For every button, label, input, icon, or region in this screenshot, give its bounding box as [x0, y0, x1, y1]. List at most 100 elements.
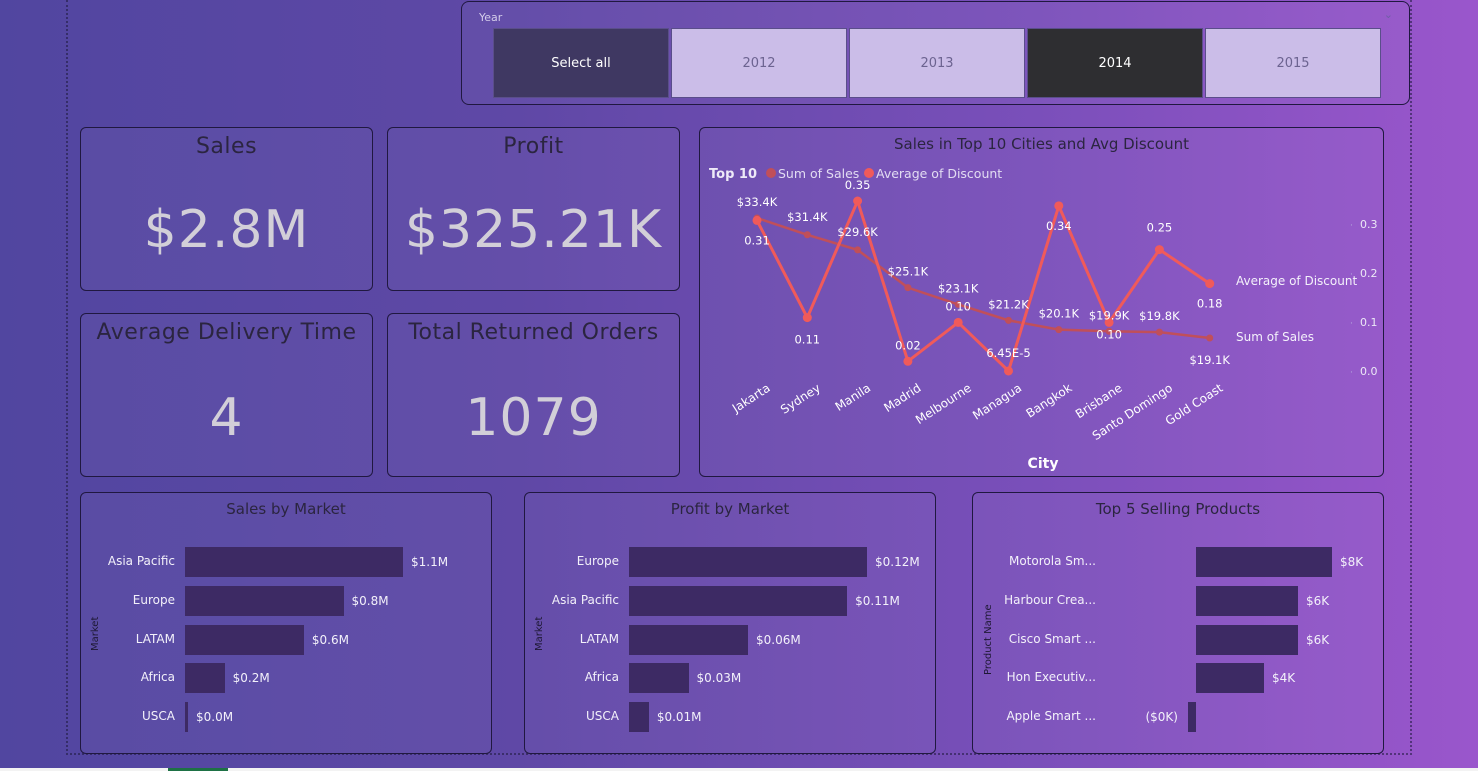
- bar-value-harbour-crea: $6K: [1306, 593, 1330, 608]
- profit-by-market-chart[interactable]: Profit by Market Market Europe $0.12M Asia…: [524, 492, 936, 754]
- sales-label-jakarta: $33.4K: [737, 195, 778, 209]
- profit-by-market-axis-title: Market: [534, 616, 545, 651]
- bar-label-latam: LATAM: [579, 631, 619, 646]
- y2-tick-mark-0.3: ·: [1350, 221, 1353, 231]
- sales-label-melbourne: $23.1K: [938, 281, 979, 295]
- bar-harbour-crea[interactable]: [1196, 585, 1298, 616]
- sales-point-santo-domingo[interactable]: [1155, 328, 1163, 336]
- discount-point-gold-coast[interactable]: [1205, 279, 1215, 289]
- sales-point-managua[interactable]: [1005, 316, 1012, 324]
- discount-point-madrid[interactable]: [903, 356, 913, 366]
- bar-label-europe: Europe: [576, 554, 619, 568]
- bar-hon-executiv[interactable]: [1196, 663, 1264, 694]
- bar-africa[interactable]: [185, 663, 225, 694]
- bar-value-asia-pacific: $0.11M: [855, 593, 900, 608]
- x-tick-madrid: Madrid: [881, 381, 923, 415]
- sales-by-market-axis-title: Market: [90, 616, 101, 651]
- sales-card[interactable]: Sales $2.8M: [80, 127, 373, 291]
- bar-latam[interactable]: [185, 624, 304, 655]
- sales-label-brisbane: $19.9K: [1089, 308, 1130, 322]
- sales-point-madrid[interactable]: [904, 284, 912, 292]
- discount-label-gold-coast: 0.18: [1197, 297, 1223, 311]
- bar-asia-pacific[interactable]: [185, 547, 403, 577]
- returned-orders-card[interactable]: Total Returned Orders 1079: [387, 313, 680, 477]
- bar-africa[interactable]: [629, 663, 689, 694]
- x-tick-jakarta: Jakarta: [729, 381, 773, 416]
- slicer-option-2012[interactable]: 2012: [671, 28, 847, 98]
- sales-point-gold-coast[interactable]: [1206, 334, 1214, 342]
- top-products-chart[interactable]: Top 5 Selling Products Product Name Moto…: [972, 492, 1384, 754]
- bar-label-africa: Africa: [140, 670, 175, 685]
- year-slicer: Year ⌄ Select all 2012 2013 2014 2015: [461, 1, 1410, 105]
- sales-card-value: $2.8M: [143, 200, 310, 260]
- sales-label-sydney: $31.4K: [787, 210, 828, 224]
- bar-europe[interactable]: [185, 585, 344, 616]
- bar-value-motorola-sm: $8K: [1340, 555, 1364, 569]
- bar-asia-pacific[interactable]: [629, 585, 848, 616]
- bar-label-africa: Africa: [584, 670, 619, 685]
- slicer-option-2015[interactable]: 2015: [1205, 28, 1381, 98]
- discount-line[interactable]: [755, 196, 1211, 374]
- discount-point-manila[interactable]: [853, 196, 863, 206]
- x-tick-sydney: Sydney: [778, 381, 823, 417]
- y2-tick-0.0: 0.0: [1360, 365, 1378, 378]
- y2-tick-0.1: 0.1: [1360, 316, 1378, 329]
- returned-orders-card-value: 1079: [465, 388, 602, 448]
- bar-value-hon-executiv: $4K: [1272, 671, 1296, 686]
- bar-label-latam: LATAM: [135, 631, 175, 646]
- bar-label-cisco-smart: Cisco Smart ...: [1008, 631, 1096, 646]
- top-cities-chart-svg: Top 10 Sum of Sales Average of Discount 0.0…: [709, 166, 1378, 472]
- discount-point-santo-domingo[interactable]: [1154, 245, 1164, 255]
- profit-card-title: Profit: [503, 134, 564, 159]
- discount-label-sydney: 0.11: [794, 333, 820, 347]
- bar-label-hon-executiv: Hon Executiv...: [1006, 670, 1096, 685]
- slicer-option-2014[interactable]: 2014: [1027, 28, 1203, 98]
- slicer-option-select-all[interactable]: Select all: [493, 28, 669, 98]
- bar-apple-smart[interactable]: [1188, 702, 1196, 733]
- top-products-axis-title: Product Name: [983, 604, 994, 675]
- sales-by-market-chart[interactable]: Sales by Market Market Asia Pacific $1.1M…: [80, 492, 492, 754]
- bar-value-apple-smart: ($0K): [1145, 710, 1178, 725]
- discount-point-melbourne[interactable]: [953, 317, 963, 327]
- bar-usca[interactable]: [185, 702, 188, 733]
- bar-latam[interactable]: [629, 624, 748, 655]
- chevron-down-icon[interactable]: ⌄: [1384, 8, 1393, 21]
- x-axis-title: City: [1028, 456, 1059, 472]
- discount-label-jakarta: 0.31: [744, 233, 770, 247]
- bar-value-europe: $0.8M: [351, 593, 389, 608]
- sales-label-bangkok: $20.1K: [1039, 307, 1080, 321]
- slicer-option-2013[interactable]: 2013: [849, 28, 1025, 98]
- discount-label-santo-domingo: 0.25: [1147, 221, 1173, 235]
- discount-point-managua[interactable]: [1004, 366, 1013, 376]
- bar-value-latam: $0.6M: [311, 632, 349, 647]
- bar-label-apple-smart: Apple Smart ...: [1006, 709, 1096, 724]
- discount-point-sydney[interactable]: [802, 313, 812, 323]
- top-cities-chart[interactable]: Sales in Top 10 Cities and Avg Discount …: [699, 127, 1384, 477]
- slicer-title: Year: [479, 11, 503, 24]
- sales-point-bangkok[interactable]: [1055, 326, 1063, 334]
- legend-marker-discount: [864, 168, 874, 178]
- legend-title: Top 10: [709, 167, 757, 182]
- discount-end-label: Average of Discount: [1236, 274, 1357, 288]
- discount-label-bangkok: 0.34: [1046, 219, 1072, 233]
- legend-discount[interactable]: Average of Discount: [876, 166, 1002, 181]
- profit-card[interactable]: Profit $325.21K: [387, 127, 680, 291]
- bar-europe[interactable]: [629, 547, 867, 577]
- sales-label-manila: $29.6K: [837, 225, 878, 239]
- y2-tick-mark-0.0: ·: [1350, 368, 1353, 378]
- discount-point-bangkok[interactable]: [1054, 201, 1064, 211]
- bar-value-latam: $0.06M: [756, 632, 801, 647]
- sales-label-gold-coast: $19.1K: [1189, 353, 1230, 367]
- discount-point-jakarta[interactable]: [752, 215, 762, 225]
- bar-cisco-smart[interactable]: [1196, 624, 1298, 655]
- discount-label-managua: 6.45E-5: [986, 346, 1030, 360]
- bar-motorola-sm[interactable]: [1196, 547, 1332, 577]
- sales-point-manila[interactable]: [854, 246, 862, 254]
- y2-tick-0.2: 0.2: [1360, 267, 1378, 280]
- sales-point-sydney[interactable]: [803, 231, 811, 239]
- profit-card-value: $325.21K: [404, 200, 663, 260]
- y2-tick-0.3: 0.3: [1360, 218, 1378, 231]
- delivery-time-card[interactable]: Average Delivery Time 4: [80, 313, 373, 477]
- bar-label-asia-pacific: Asia Pacific: [107, 554, 175, 568]
- bar-usca[interactable]: [629, 702, 649, 733]
